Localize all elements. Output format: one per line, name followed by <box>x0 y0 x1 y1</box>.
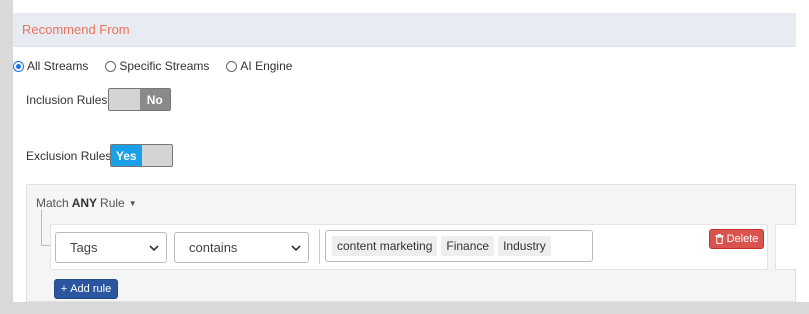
rule-operator-value: contains <box>189 240 238 255</box>
radio-label: AI Engine <box>240 59 293 73</box>
radio-label: Specific Streams <box>119 59 210 73</box>
delete-rule-button[interactable]: Delete <box>709 229 764 249</box>
match-suffix: Rule <box>100 196 125 210</box>
source-radio-group: All Streams Specific Streams AI Engine <box>13 58 309 74</box>
add-rule-button[interactable]: + Add rule <box>54 279 118 299</box>
toggle-state-label: Yes <box>111 145 142 166</box>
toggle-knob <box>141 145 172 166</box>
radio-button[interactable] <box>226 60 238 72</box>
trash-icon <box>715 234 724 244</box>
tag-chip[interactable]: content marketing <box>332 236 438 256</box>
radio-ai-engine[interactable]: AI Engine <box>226 59 292 73</box>
toggle-state-label: No <box>139 89 170 110</box>
toggle-knob <box>109 89 140 110</box>
match-mode-dropdown[interactable]: Match ANY Rule ▼ <box>36 196 137 210</box>
exclusion-rules-label: Exclusion Rules <box>26 149 112 163</box>
add-label: Add rule <box>70 283 112 295</box>
rule-field-select[interactable]: Tags <box>55 232 167 263</box>
match-prefix: Match <box>36 196 69 210</box>
chevron-down-icon <box>291 245 301 252</box>
exclusion-rules-toggle[interactable]: Yes <box>110 144 173 167</box>
delete-label: Delete <box>726 233 759 245</box>
radio-label: All Streams <box>27 59 89 73</box>
radio-button[interactable] <box>105 60 117 72</box>
rule-field-value: Tags <box>70 240 98 255</box>
chevron-down-icon <box>149 245 159 252</box>
radio-button[interactable] <box>13 60 24 72</box>
section-title: Recommend From <box>22 22 130 37</box>
plus-icon: + <box>60 283 68 295</box>
radio-all-streams[interactable]: All Streams <box>13 59 88 73</box>
tag-chip[interactable]: Industry <box>498 236 551 256</box>
inclusion-rules-label: Inclusion Rules <box>26 93 108 107</box>
rule-row-overflow <box>775 224 796 270</box>
inclusion-rules-toggle[interactable]: No <box>108 88 171 111</box>
radio-specific-streams[interactable]: Specific Streams <box>105 59 209 73</box>
match-mode: ANY <box>71 196 98 210</box>
section-header: Recommend From <box>13 13 796 47</box>
caret-down-icon: ▼ <box>128 198 137 208</box>
rule-tags-input[interactable]: content marketing Finance Industry <box>325 230 593 262</box>
tag-chip[interactable]: Finance <box>441 236 495 256</box>
rule-operator-select[interactable]: contains <box>174 232 309 263</box>
